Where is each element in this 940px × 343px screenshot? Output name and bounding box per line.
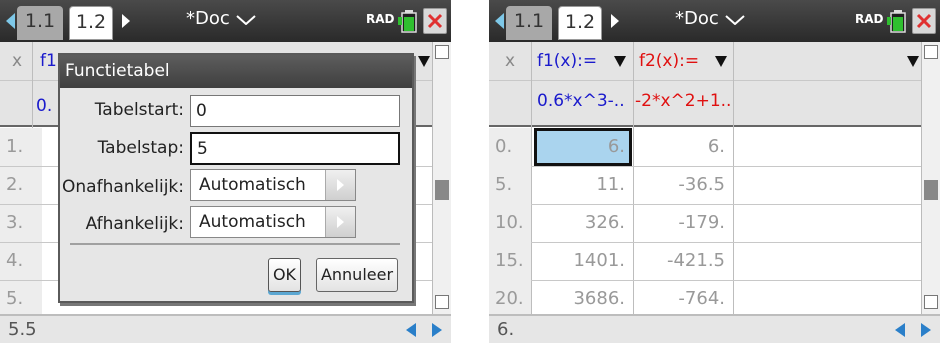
column-a-formula[interactable]: 0. [36,87,52,125]
table-start-input[interactable]: 0 [190,95,400,127]
close-icon [916,13,932,29]
status-value: 6. [497,319,515,340]
table-step-label: Tabelstap: [97,138,184,158]
status-bar: 6. [489,314,940,343]
dialog-separator [70,243,400,245]
independent-label: Onafhankelijk: [62,177,184,197]
column-dropdown-icon[interactable] [418,56,430,67]
left-calculator-screen: 1.1 1.2 *Doc RAD x f1 0. 1. 2. 3. 4. 5. [0,0,451,343]
scroll-up-icon[interactable] [435,45,449,59]
scroll-thumb[interactable] [435,180,449,200]
tab-1-1[interactable]: 1.1 [506,6,552,40]
table-start-label: Tabelstart: [94,100,184,120]
tab-1-2[interactable]: 1.2 [69,6,113,40]
row-label: 3. [0,204,42,242]
cancel-button[interactable]: Annuleer [316,258,398,292]
doc-chevron-icon[interactable] [725,15,745,25]
column-f2-formula[interactable]: -2*x^2+1.. [635,82,731,120]
nav-left-icon[interactable] [495,13,504,29]
document-name[interactable]: *Doc [186,8,230,29]
status-bar: 5.5 [0,314,451,343]
row-label: 5. [489,166,531,204]
title-bar: 1.1 1.2 *Doc RAD [489,0,940,42]
corner-label: x [12,51,23,71]
column-dropdown-icon[interactable] [715,56,727,67]
nav-right-icon[interactable] [611,14,619,28]
select-arrow-icon[interactable] [325,207,355,237]
doc-chevron-icon[interactable] [236,15,256,25]
row-label: 10. [489,204,531,242]
title-bar: 1.1 1.2 *Doc RAD [0,0,451,42]
cell-f1[interactable]: 1401. [537,242,625,279]
ok-button[interactable]: OK [268,258,301,292]
column-f1-formula[interactable]: 0.6*x^3-.. [537,82,625,120]
independent-select[interactable]: Automatisch [190,169,356,201]
dependent-label: Afhankelijk: [85,214,184,234]
row-label: 5. [0,280,42,318]
column-dropdown-icon[interactable] [907,56,919,67]
cell-f1[interactable]: 3686. [537,280,625,317]
row-label: 0. [489,128,531,166]
battery-icon [887,10,906,33]
status-right-icon[interactable] [427,320,447,340]
scroll-down-icon[interactable] [435,295,449,309]
dependent-select[interactable]: Automatisch [190,206,356,238]
column-a-header[interactable]: f1 [40,42,57,80]
tab-1-1[interactable]: 1.1 [17,6,63,40]
column-dropdown-icon[interactable] [614,56,626,67]
close-button[interactable] [912,8,936,34]
scroll-up-icon[interactable] [924,45,938,59]
dependent-select-value: Automatisch [199,212,306,232]
battery-icon [398,10,417,33]
close-button[interactable] [423,8,447,34]
cell-f2[interactable]: -179. [637,204,725,241]
nav-left-icon[interactable] [6,13,15,29]
cell-f1[interactable]: 11. [537,166,625,203]
column-f2-header[interactable]: f2(x):= [639,42,699,80]
row-label: 2. [0,166,42,204]
cell-f1[interactable]: 6. [537,128,625,165]
angle-mode-label: RAD [855,12,884,26]
tab-1-2[interactable]: 1.2 [558,6,602,40]
document-name[interactable]: *Doc [675,8,719,29]
select-arrow-icon[interactable] [325,170,355,200]
nav-right-icon[interactable] [122,14,130,28]
dialog-title: Functietabel [60,55,412,88]
spreadsheet: x f1(x):= f2(x):= 0.6*x^3-.. -2*x^2+1.. … [489,42,940,318]
angle-mode-label: RAD [366,12,395,26]
independent-select-value: Automatisch [199,175,306,195]
table-step-input[interactable]: 5 [190,132,400,165]
corner-label: x [505,51,516,71]
cell-f2[interactable]: -36.5 [637,166,725,203]
cell-f2[interactable]: -421.5 [637,242,725,279]
vertical-scrollbar[interactable] [432,42,451,314]
close-icon [427,13,443,29]
status-value: 5.5 [8,319,37,340]
scroll-thumb[interactable] [924,180,938,200]
function-table-dialog: Functietabel Tabelstart: 0 Tabelstap: 5 … [58,53,414,303]
scroll-down-icon[interactable] [924,295,938,309]
status-right-icon[interactable] [916,320,936,340]
status-left-icon[interactable] [890,320,910,340]
column-f1-header[interactable]: f1(x):= [537,42,597,80]
row-label: 1. [0,128,42,166]
cell-f2[interactable]: 6. [637,128,725,165]
row-label: 4. [0,242,42,280]
cell-f1[interactable]: 326. [537,204,625,241]
row-label: 15. [489,242,531,280]
status-left-icon[interactable] [401,320,421,340]
row-label: 20. [489,280,531,318]
cell-f2[interactable]: -764. [637,280,725,317]
vertical-scrollbar[interactable] [921,42,940,314]
right-calculator-screen: 1.1 1.2 *Doc RAD x f1(x):= f2(x):= 0.6*x… [489,0,940,343]
